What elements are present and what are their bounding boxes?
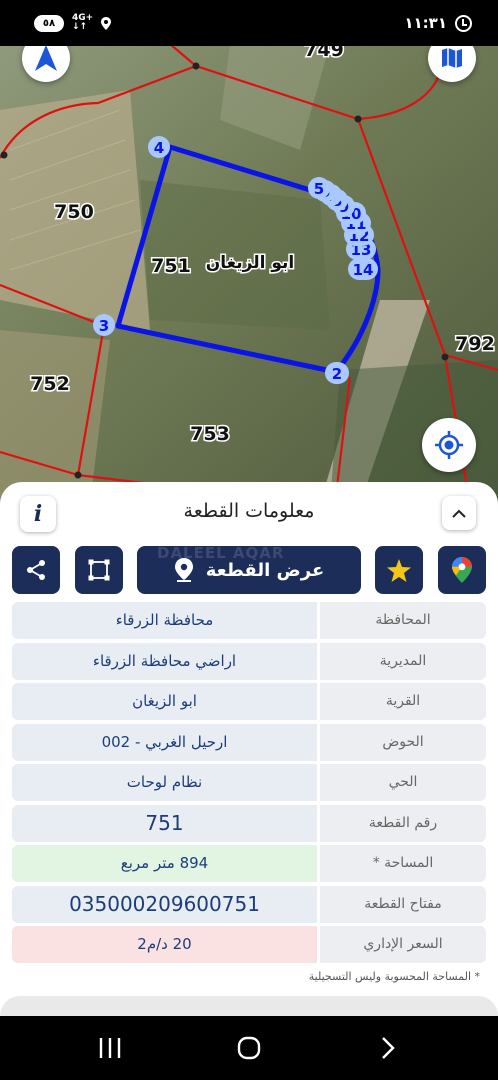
my-location-button[interactable]	[422, 418, 476, 472]
table-row: الحوض ارحيل الغربي - 002	[12, 723, 486, 761]
row-value: نظام لوحات	[12, 764, 317, 801]
table-row: رقم القطعة 751	[12, 804, 486, 842]
back-button[interactable]	[368, 1030, 408, 1066]
network-activity: ↓↑	[72, 22, 88, 32]
share-icon	[27, 560, 45, 580]
google-maps-icon	[452, 557, 472, 583]
row-value: ابو الزيغان	[12, 683, 317, 720]
clock: ١١:٣١	[404, 14, 447, 32]
area-value: 894 متر مربع	[12, 845, 317, 882]
navigation-arrow-icon	[35, 45, 57, 71]
parcel-label-792[interactable]: 792	[454, 332, 497, 357]
row-label: السعر الإداري	[320, 926, 486, 963]
favorite-button[interactable]	[375, 546, 423, 594]
parcel-label-749[interactable]: 749	[303, 44, 346, 63]
bottom-sheet-peek	[0, 996, 498, 1016]
google-maps-button[interactable]	[438, 546, 486, 594]
parcel-number-value: 751	[12, 804, 317, 842]
row-label: المديرية	[320, 642, 486, 680]
panel-title: معلومات القطعة	[183, 500, 315, 522]
svg-text:3: 3	[99, 317, 109, 335]
polygon-bounds-icon	[88, 559, 110, 581]
show-parcel-label: عرض القطعة	[205, 559, 325, 581]
parcel-label-751[interactable]: 751	[150, 254, 193, 279]
chevron-right-icon	[382, 1037, 395, 1059]
star-icon	[387, 558, 411, 582]
vertex-label: 4	[148, 136, 170, 158]
vertex-label: 3	[93, 314, 115, 336]
map-layers-icon	[442, 48, 462, 68]
svg-text:2: 2	[332, 365, 342, 383]
table-row: السعر الإداري 20 د/م2	[12, 926, 486, 963]
vertex-label: 14	[348, 258, 378, 280]
action-toolbar: DALEEL AQAR عرض القطعة	[0, 546, 498, 594]
row-label: مفتاح القطعة	[320, 885, 486, 923]
panel-header: i معلومات القطعة	[0, 496, 498, 532]
status-bar: ٥٨ 4G+ ↓↑ ١١:٣١	[0, 0, 498, 46]
row-label: القرية	[320, 683, 486, 720]
parcel-info-panel: i معلومات القطعة DALEEL AQAR عرض القطعة	[0, 482, 498, 1016]
row-value: ارحيل الغربي - 002	[12, 723, 317, 761]
home-icon	[237, 1036, 261, 1060]
vertex-label: 5	[308, 177, 330, 199]
row-label: رقم القطعة	[320, 804, 486, 842]
table-row: مفتاح القطعة 035000209600751	[12, 885, 486, 923]
admin-price-value: 20 د/م2	[12, 926, 317, 963]
row-label: المحافظة	[320, 602, 486, 639]
row-label: الحي	[320, 764, 486, 801]
parcel-label-752[interactable]: 752	[29, 372, 72, 397]
svg-text:4: 4	[154, 139, 164, 157]
battery-indicator: ٥٨	[34, 14, 64, 32]
recents-icon	[99, 1038, 121, 1058]
location-icon	[101, 16, 112, 30]
crosshair-icon	[435, 431, 463, 459]
table-row: المحافظة محافظة الزرقاء	[12, 602, 486, 639]
watermark: DALEEL AQAR	[157, 546, 285, 562]
table-row: المساحة * 894 متر مربع	[12, 845, 486, 882]
show-parcel-button[interactable]: DALEEL AQAR عرض القطعة	[137, 546, 361, 594]
row-value: اراضي محافظة الزرقاء	[12, 642, 317, 680]
collapse-button[interactable]	[442, 496, 476, 530]
home-button[interactable]	[229, 1030, 269, 1066]
table-row: المديرية اراضي محافظة الزرقاء	[12, 642, 486, 680]
footnote: * المساحة المحسوبة وليس التسجيلية	[308, 970, 480, 983]
network-indicator: 4G+ ↓↑	[72, 14, 93, 32]
alarm-icon	[455, 14, 472, 32]
boundary-button[interactable]	[75, 546, 123, 594]
row-label: الحوض	[320, 723, 486, 761]
table-row: الحي نظام لوحات	[12, 764, 486, 801]
vertex-label: 2	[325, 362, 349, 384]
system-navigation-bar	[0, 1016, 498, 1080]
share-button[interactable]	[12, 546, 60, 594]
recents-button[interactable]	[90, 1030, 130, 1066]
parcel-key-value[interactable]: 035000209600751	[12, 885, 317, 923]
parcel-details-table: المحافظة محافظة الزرقاء المديرية اراضي م…	[12, 602, 486, 967]
svg-text:14: 14	[353, 261, 374, 279]
parcel-label-753[interactable]: 753	[189, 422, 232, 447]
chevron-up-icon	[452, 509, 466, 518]
row-value: محافظة الزرقاء	[12, 602, 317, 639]
map-view[interactable]: 4 3 2 14 13 12 11 5 749 750 751 752 753 …	[0, 44, 498, 504]
table-row: القرية ابو الزيغان	[12, 683, 486, 720]
parcel-label-750[interactable]: 750	[53, 200, 96, 225]
svg-text:5: 5	[314, 180, 324, 198]
row-label: المساحة *	[320, 845, 486, 882]
village-label: ابو الزيغان	[206, 253, 294, 273]
